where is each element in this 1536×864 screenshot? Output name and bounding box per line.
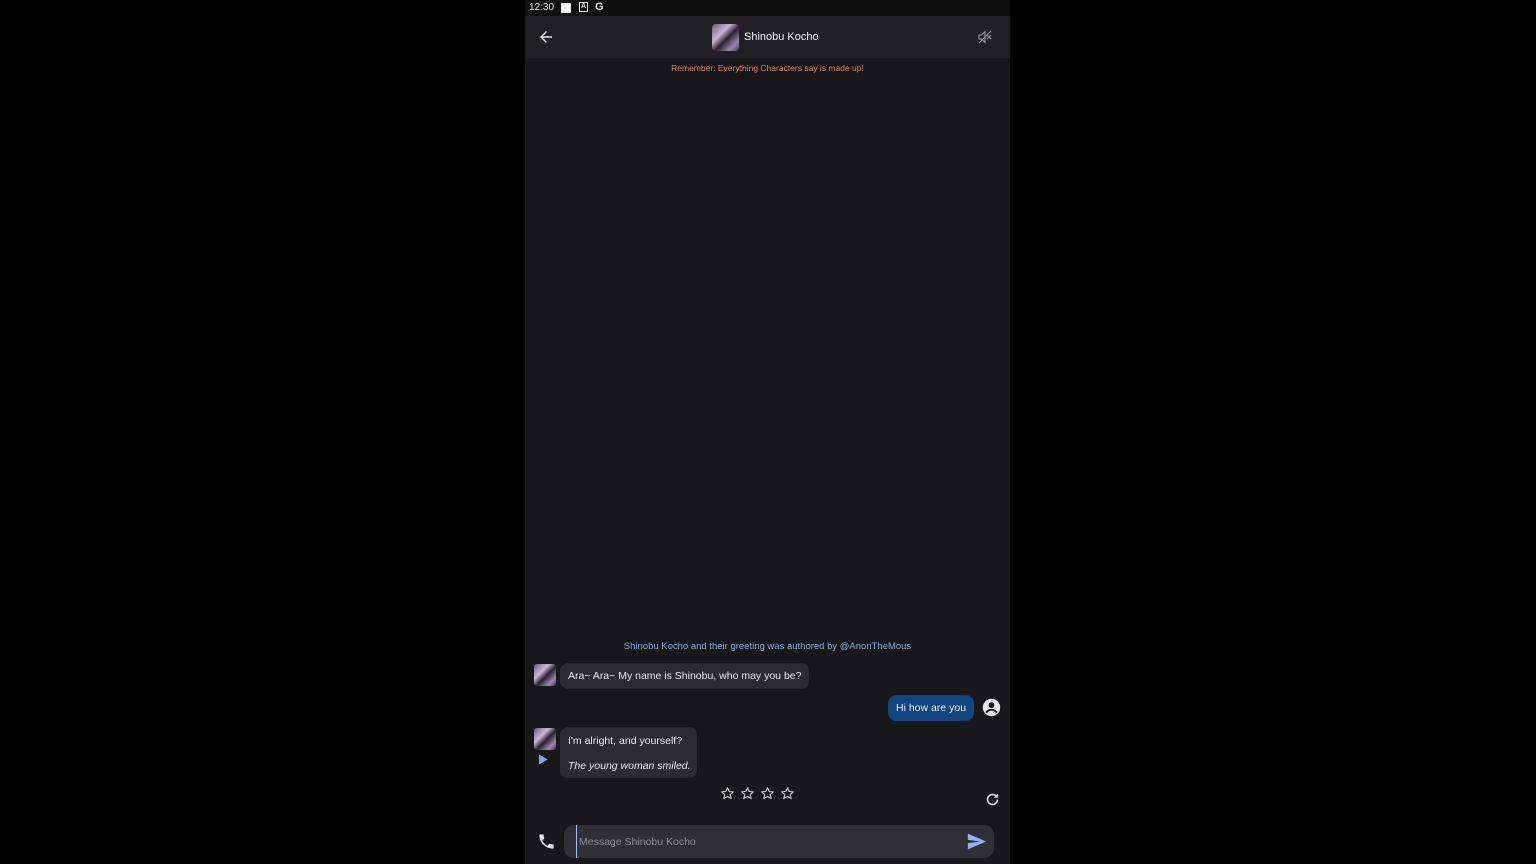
- status-time: 12:30: [529, 2, 555, 13]
- message-text: Ara~ Ara~ My name is Shinobu, who may yo…: [568, 670, 802, 682]
- refresh-icon[interactable]: [984, 791, 1001, 808]
- character-name[interactable]: Shinobu Kocho: [744, 31, 819, 43]
- disclaimer-text: Remember: Everything Characters say is m…: [671, 63, 864, 73]
- author-note[interactable]: Shinobu Kocho and their greeting was aut…: [525, 641, 1010, 652]
- character-avatar-small: [534, 664, 556, 686]
- square-notification-icon: [561, 3, 571, 13]
- send-icon[interactable]: [967, 833, 987, 850]
- star-icon[interactable]: [740, 786, 755, 801]
- a-notification-icon: A: [579, 2, 588, 12]
- message-text: Hi how are you: [896, 702, 967, 714]
- character-avatar[interactable]: [712, 24, 739, 51]
- character-avatar-small: [534, 728, 556, 750]
- rating-stars: [720, 786, 800, 802]
- user-avatar-icon: [982, 698, 1001, 717]
- volume-off-icon[interactable]: [977, 29, 993, 45]
- google-icon: G: [595, 1, 604, 13]
- play-icon[interactable]: [538, 754, 548, 765]
- arrow-left-icon[interactable]: [537, 28, 555, 46]
- message-text: I'm alright, and yourself?: [568, 735, 683, 747]
- star-icon[interactable]: [780, 786, 795, 801]
- star-icon[interactable]: [720, 786, 735, 801]
- star-icon[interactable]: [760, 786, 775, 801]
- phone-call-icon[interactable]: [537, 832, 556, 851]
- message-composer: [564, 825, 994, 858]
- status-bar: 12:30 A G: [525, 0, 1010, 16]
- message-action-text: The young woman smiled.: [568, 760, 691, 772]
- chat-header: Shinobu Kocho: [525, 16, 1010, 58]
- character-message[interactable]: I'm alright, and yourself? The young wom…: [560, 727, 697, 778]
- user-message[interactable]: Hi how are you: [888, 695, 975, 721]
- character-message[interactable]: Ara~ Ara~ My name is Shinobu, who may yo…: [560, 663, 810, 689]
- chat-screen: 12:30 A G Shinobu Kocho Remember: Everyt…: [525, 0, 1010, 864]
- message-input[interactable]: [576, 825, 959, 858]
